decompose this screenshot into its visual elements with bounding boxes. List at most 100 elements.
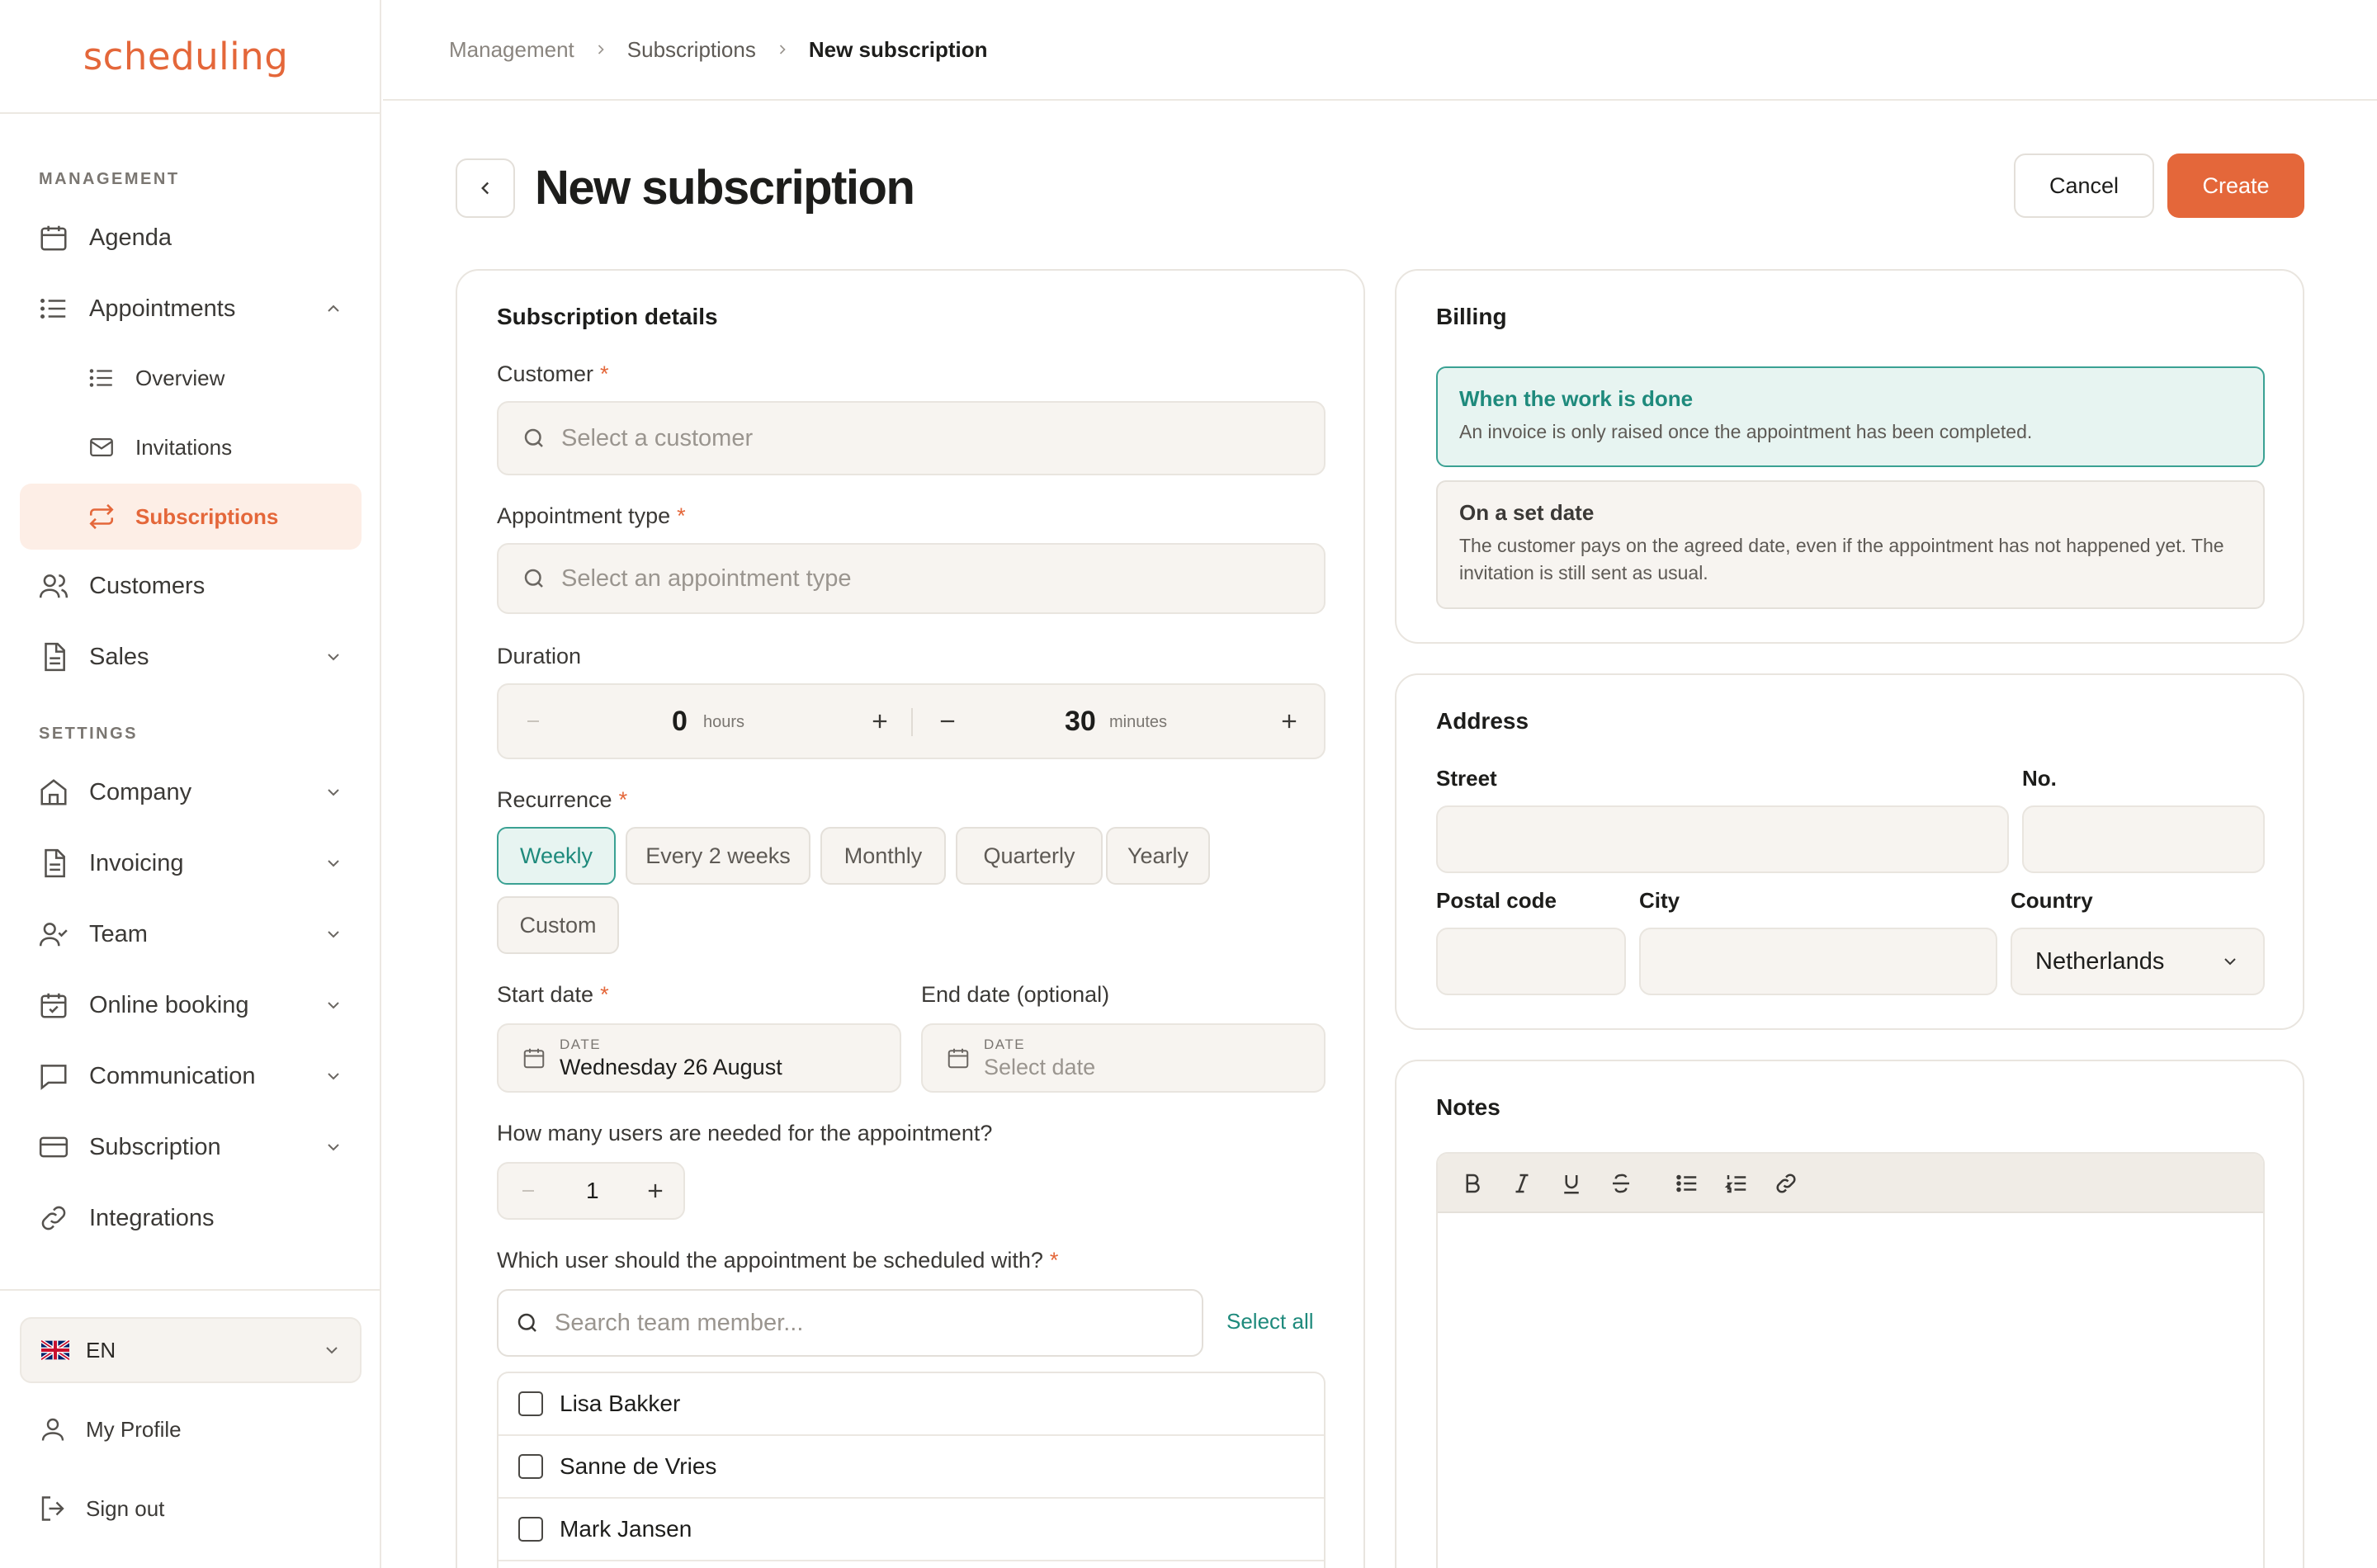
sidebar-item-team[interactable]: Team	[20, 901, 362, 967]
list-item[interactable]: Lisa Bakker	[499, 1373, 1324, 1436]
breadcrumb-management[interactable]: Management	[449, 37, 574, 63]
bold-icon[interactable]	[1448, 1154, 1497, 1213]
hours-value[interactable]: 0	[672, 706, 688, 738]
postal-code-label: Postal code	[1436, 888, 1557, 913]
sidebar-item-online-booking[interactable]: Online booking	[20, 972, 362, 1038]
recurrence-every-2-weeks[interactable]: Every 2 weeks	[626, 827, 810, 885]
chevron-down-icon	[2224, 958, 2236, 966]
member-checkbox[interactable]	[518, 1454, 543, 1479]
team-member-search-input[interactable]: Search team member...	[497, 1289, 1203, 1357]
sidebar-item-communication[interactable]: Communication	[20, 1043, 362, 1109]
label-text: Appointment type	[497, 503, 671, 528]
minutes-value[interactable]: 30	[1065, 706, 1096, 738]
users-decrement-button[interactable]	[518, 1181, 538, 1201]
sidebar-item-overview[interactable]: Overview	[20, 345, 362, 411]
user-icon	[41, 1418, 64, 1441]
strikethrough-icon[interactable]	[1596, 1154, 1646, 1213]
logout-icon	[41, 1496, 64, 1521]
underline-icon[interactable]	[1547, 1154, 1596, 1213]
duration-stepper: 0 hours 30 minutes	[497, 683, 1326, 759]
recurrence-monthly[interactable]: Monthly	[820, 827, 946, 885]
appointment-type-select[interactable]: Select an appointment type	[497, 543, 1326, 614]
start-date-picker[interactable]: DATE Wednesday 26 August	[497, 1023, 901, 1093]
list-item[interactable]: Mark Jansen	[499, 1499, 1324, 1561]
street-label: Street	[1436, 766, 1497, 791]
numbered-list-icon[interactable]	[1712, 1154, 1761, 1213]
sidebar-item-label: Communication	[89, 1062, 256, 1089]
sidebar-item-subscription[interactable]: Subscription	[20, 1114, 362, 1180]
sidebar-item-label: Subscription	[89, 1133, 221, 1160]
my-profile-link[interactable]: My Profile	[38, 1411, 182, 1448]
home-icon	[40, 779, 67, 805]
recurrence-quarterly[interactable]: Quarterly	[956, 827, 1103, 885]
country-label: Country	[2011, 888, 2093, 913]
customer-select[interactable]: Select a customer	[497, 401, 1326, 475]
breadcrumb-current: New subscription	[808, 36, 988, 62]
start-date-label: Start date *	[497, 982, 609, 1008]
recurrence-yearly[interactable]: Yearly	[1106, 827, 1210, 885]
sidebar-item-subscriptions[interactable]: Subscriptions	[20, 484, 362, 550]
chevron-down-icon	[328, 1073, 339, 1080]
breadcrumb-subscriptions[interactable]: Subscriptions	[627, 37, 756, 63]
bullet-list-icon[interactable]	[1662, 1154, 1712, 1213]
sidebar: scheduling MANAGEMENT Agenda Appointment…	[0, 0, 381, 1568]
select-all-link[interactable]: Select all	[1226, 1309, 1314, 1334]
logo[interactable]: scheduling	[0, 0, 380, 114]
required-marker: *	[618, 787, 628, 812]
minutes-decrement-button[interactable]	[936, 710, 959, 733]
sidebar-item-agenda[interactable]: Agenda	[20, 205, 362, 271]
chevron-left-icon	[481, 182, 489, 195]
editor-toolbar	[1438, 1154, 2263, 1213]
card-title: Address	[1436, 708, 1529, 734]
notes-editor[interactable]	[1436, 1152, 2265, 1568]
minutes-increment-button[interactable]	[1278, 710, 1301, 733]
sidebar-item-invoicing[interactable]: Invoicing	[20, 830, 362, 896]
recurrence-custom[interactable]: Custom	[497, 896, 619, 954]
sidebar-item-integrations[interactable]: Integrations	[20, 1185, 362, 1251]
recurrence-weekly[interactable]: Weekly	[497, 827, 616, 885]
label-text: Which user should the appointment be sch…	[497, 1248, 1043, 1273]
back-button[interactable]	[456, 158, 515, 218]
sign-out-link[interactable]: Sign out	[38, 1490, 164, 1527]
repeat-icon	[89, 503, 114, 530]
users-needed-value[interactable]: 1	[586, 1178, 599, 1204]
chevron-down-icon	[328, 860, 339, 867]
sidebar-item-invitations[interactable]: Invitations	[20, 414, 362, 480]
link-icon[interactable]	[1761, 1154, 1811, 1213]
member-checkbox[interactable]	[518, 1391, 543, 1416]
sidebar-item-company[interactable]: Company	[20, 759, 362, 825]
member-checkbox[interactable]	[518, 1517, 543, 1542]
sidebar-item-customers[interactable]: Customers	[20, 553, 362, 619]
sidebar-item-sales[interactable]: Sales	[20, 624, 362, 690]
customer-placeholder: Select a customer	[561, 424, 754, 451]
users-increment-button[interactable]	[644, 1179, 667, 1202]
city-input[interactable]	[1639, 928, 1997, 995]
street-input[interactable]	[1436, 805, 2009, 873]
calendar-icon	[40, 225, 67, 251]
billing-option-when-done[interactable]: When the work is done An invoice is only…	[1436, 366, 2265, 467]
start-date-caption: DATE	[560, 1036, 602, 1052]
create-button[interactable]: Create	[2167, 153, 2304, 218]
hours-increment-button[interactable]	[868, 710, 891, 733]
country-select[interactable]: Netherlands	[2011, 928, 2265, 995]
search-icon	[524, 428, 543, 447]
end-date-picker[interactable]: DATE Select date	[921, 1023, 1326, 1093]
sidebar-item-label: Subscriptions	[135, 503, 279, 529]
list-item[interactable]: Sanne de Vries	[499, 1436, 1324, 1499]
language-selector[interactable]: EN	[20, 1317, 362, 1383]
billing-card: Billing When the work is done An invoice…	[1395, 269, 2304, 644]
sidebar-item-appointments[interactable]: Appointments	[20, 276, 362, 342]
cancel-button[interactable]: Cancel	[2014, 153, 2154, 218]
sidebar-item-label: Invitations	[135, 434, 233, 460]
end-date-placeholder: Select date	[984, 1054, 1096, 1079]
billing-option-set-date[interactable]: On a set date The customer pays on the a…	[1436, 480, 2265, 609]
hours-decrement-button[interactable]	[523, 711, 543, 731]
sidebar-item-label: Online booking	[89, 991, 249, 1018]
list-icon	[40, 298, 66, 319]
postal-code-input[interactable]	[1436, 928, 1626, 995]
sidebar-item-label: Overview	[135, 365, 225, 390]
italic-icon[interactable]	[1497, 1154, 1547, 1213]
house-number-input[interactable]	[2022, 805, 2265, 873]
my-profile-label: My Profile	[86, 1416, 182, 1442]
search-icon	[524, 569, 543, 588]
